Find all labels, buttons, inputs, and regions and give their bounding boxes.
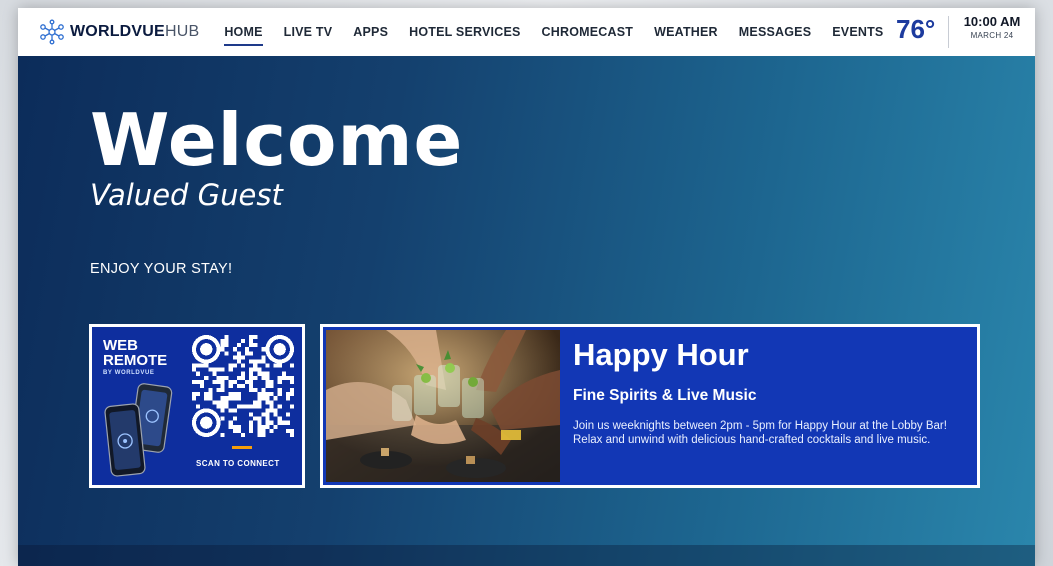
temperature-readout: 76° [896,14,936,44]
promo-subtitle: Fine Spirits & Live Music [573,387,757,404]
worldvue-logo: WORLDVUEHUB [38,8,199,56]
clock: 10:00 AM MARCH 24 [956,14,1028,40]
enjoy-tagline: ENJOY YOUR STAY! [90,261,233,277]
cocktails-photo [326,330,560,482]
nav-item-live-tv[interactable]: LIVE TV [284,21,333,43]
promo-title: Happy Hour [573,337,749,372]
brand-wordmark: WORLDVUEHUB [70,23,199,41]
main-nav: HOME LIVE TV APPS HOTEL SERVICES CHROMEC… [224,8,904,56]
qr-accent-dash [232,446,252,449]
clock-date: MARCH 24 [970,31,1014,40]
nav-item-weather[interactable]: WEATHER [654,21,718,43]
web-remote-title-line1: WEB [103,337,138,354]
nav-item-chromecast[interactable]: CHROMECAST [542,21,634,43]
web-remote-card[interactable]: WEB REMOTE BY WORLDVUE SCAN TO CONNECT [89,324,305,488]
web-remote-title: WEB REMOTE [103,338,167,368]
brand-name-light: HUB [164,23,200,40]
status-divider [948,16,949,48]
molecule-logo-icon [40,19,64,45]
hero-section: Welcome Valued Guest ENJOY YOUR STAY! [18,56,1035,566]
scan-to-connect-label: SCAN TO CONNECT [196,459,280,468]
welcome-title: Welcome [90,98,464,182]
guest-subtitle: Valued Guest [90,178,283,212]
promo-description: Join us weeknights between 2pm - 5pm for… [573,420,947,446]
brand-name-bold: WORLDVUE [70,23,165,40]
web-remote-card-inner: WEB REMOTE BY WORLDVUE SCAN TO CONNECT [92,327,302,485]
nav-item-hotel-services[interactable]: HOTEL SERVICES [409,21,520,43]
web-remote-title-line2: REMOTE [103,352,168,369]
nav-item-apps[interactable]: APPS [353,21,388,43]
nav-item-messages[interactable]: MESSAGES [739,21,811,43]
smartphones-icon [104,383,173,477]
clock-time: 10:00 AM [963,14,1021,29]
web-remote-byline: BY WORLDVUE [103,370,155,376]
tv-screen: WORLDVUEHUB HOME LIVE TV APPS HOTEL SERV… [18,8,1035,566]
happy-hour-card-inner: Happy Hour Fine Spirits & Live Music Joi… [323,327,977,485]
nav-item-home[interactable]: HOME [224,21,263,46]
happy-hour-card[interactable]: Happy Hour Fine Spirits & Live Music Joi… [320,324,980,488]
top-navigation-bar: WORLDVUEHUB HOME LIVE TV APPS HOTEL SERV… [18,8,1035,56]
qr-code-icon[interactable] [192,335,294,437]
nav-item-events[interactable]: EVENTS [832,21,883,43]
bottom-strip [18,545,1035,566]
